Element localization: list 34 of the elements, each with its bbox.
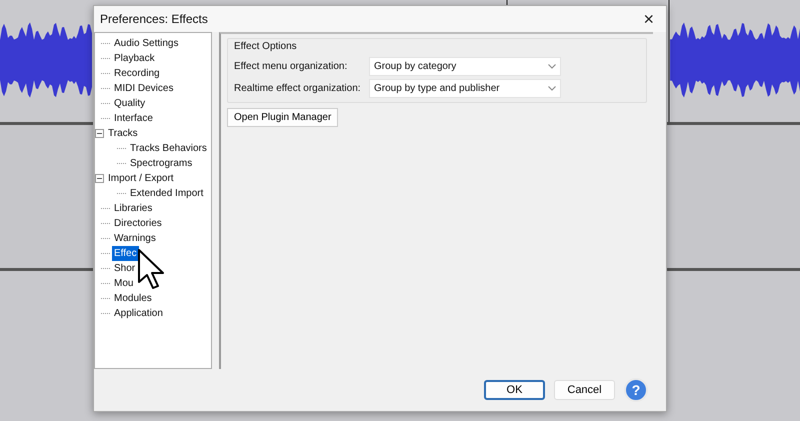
tree-item[interactable]: Tracks Behaviors xyxy=(128,141,209,156)
group-title: Effect Options xyxy=(234,40,298,54)
ok-button[interactable]: OK xyxy=(484,380,545,400)
open-plugin-manager-button[interactable]: Open Plugin Manager xyxy=(227,108,338,127)
tree-item[interactable]: Import / Export xyxy=(106,171,176,186)
tree-item[interactable]: Recording xyxy=(112,66,162,81)
dropdown[interactable]: Group by type and publisher xyxy=(369,79,561,98)
tree-item[interactable]: Libraries xyxy=(112,201,154,216)
field-label: Effect menu organization: xyxy=(234,60,348,74)
chevron-down-icon xyxy=(548,64,556,69)
tree-item[interactable]: Modules xyxy=(112,291,154,306)
tree-item[interactable]: Extended Import xyxy=(128,186,206,201)
collapse-icon[interactable] xyxy=(95,174,104,183)
tree-item[interactable]: Application xyxy=(112,306,165,321)
tree-item[interactable]: Playback xyxy=(112,51,157,66)
field-label: Realtime effect organization: xyxy=(234,82,362,96)
tree-item[interactable]: Tracks xyxy=(106,126,140,141)
chevron-down-icon xyxy=(548,86,556,91)
tree-item[interactable]: Shor xyxy=(112,261,138,276)
tree-item[interactable]: MIDI Devices xyxy=(112,81,176,96)
tree-item[interactable]: Warnings xyxy=(112,231,158,246)
window-title: Preferences: Effects xyxy=(100,11,208,28)
tree-item[interactable]: Spectrograms xyxy=(128,156,194,171)
dropdown[interactable]: Group by category xyxy=(369,57,561,76)
collapse-icon[interactable] xyxy=(95,129,104,138)
help-button[interactable]: ? xyxy=(624,378,648,402)
tree-item[interactable]: Quality xyxy=(112,96,148,111)
cancel-button[interactable]: Cancel xyxy=(554,380,615,400)
close-button[interactable]: × xyxy=(639,10,658,28)
tree-item[interactable]: Mou xyxy=(112,276,136,291)
tree-item[interactable]: Audio Settings xyxy=(112,36,180,51)
tree-item[interactable]: Effec xyxy=(112,246,139,261)
tree-item[interactable]: Directories xyxy=(112,216,164,231)
tree-item[interactable]: Interface xyxy=(112,111,155,126)
